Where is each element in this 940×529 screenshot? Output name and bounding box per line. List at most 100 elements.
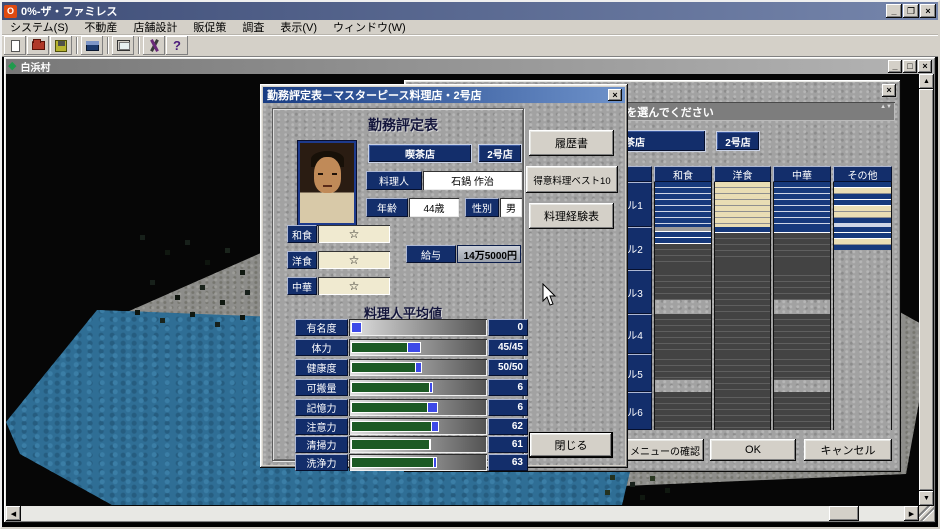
menu-cell[interactable] xyxy=(833,392,892,430)
save-icon xyxy=(55,40,67,52)
menu-window[interactable]: ウィンドウ(W) xyxy=(325,19,414,35)
menu-cell[interactable] xyxy=(654,270,712,314)
stat-value-attention: 62 xyxy=(488,418,528,435)
map-maximize-button[interactable]: □ xyxy=(903,60,917,73)
menu-hyouji[interactable]: 表示(V) xyxy=(272,19,325,35)
resize-grip[interactable] xyxy=(919,506,934,521)
menu-cell[interactable] xyxy=(833,314,892,354)
experience-button[interactable]: 料理経験表 xyxy=(529,203,614,229)
menu-cell[interactable] xyxy=(833,270,892,314)
evaluation-dialog: 勤務評定表－マスターピース料理店・2号店 × 勤務評定表 喫茶店 2号店 料理人… xyxy=(260,84,628,468)
close-dialog-button[interactable]: 閉じる xyxy=(530,433,612,457)
chuuka-label: 中華 xyxy=(287,277,317,295)
gender-label: 性別 xyxy=(465,198,499,217)
shop-tab-kissaten[interactable]: 喫茶店 xyxy=(368,144,472,163)
menu-cell[interactable] xyxy=(714,227,771,270)
vertical-scroll-thumb[interactable] xyxy=(919,89,934,491)
menu-tenpo-sekkei[interactable]: 店舗設計 xyxy=(125,19,185,35)
toolbar: ? xyxy=(2,35,938,57)
youshoku-label: 洋食 xyxy=(287,251,317,269)
stat-bar-washing xyxy=(349,454,487,471)
display-button[interactable] xyxy=(112,36,134,55)
evaluation-title: 勤務評定表－マスターピース料理店・2号店 xyxy=(267,87,482,103)
new-document-icon xyxy=(11,40,20,52)
scroll-down-button[interactable]: ▼ xyxy=(919,491,934,506)
vertical-scrollbar[interactable]: ▲ ▼ xyxy=(919,74,934,506)
stat-bar-health xyxy=(349,359,487,376)
menu-cell[interactable] xyxy=(833,227,892,270)
resume-button[interactable]: 履歴書 xyxy=(529,130,614,156)
menu-cell[interactable] xyxy=(714,392,771,430)
stat-bar-memory xyxy=(349,399,487,416)
map-close-button[interactable]: × xyxy=(918,60,932,73)
stat-bar-carry xyxy=(349,379,487,396)
menu-cell[interactable] xyxy=(714,354,771,392)
minimize-button[interactable]: _ xyxy=(886,4,902,18)
store-button[interactable] xyxy=(81,36,103,55)
close-button[interactable]: × xyxy=(920,4,936,18)
menu-cell[interactable] xyxy=(714,314,771,354)
menu-cell[interactable] xyxy=(773,227,831,270)
cook-portrait xyxy=(298,141,356,225)
menu-cell[interactable] xyxy=(654,354,712,392)
main-titlebar: O 0%-ザ・ファミレス _ ❐ × xyxy=(2,2,938,20)
horizontal-scroll-thumb[interactable] xyxy=(829,506,859,521)
stat-label-memory: 記憶力 xyxy=(295,399,348,416)
menu-cell[interactable] xyxy=(654,314,712,354)
select-close-button[interactable]: × xyxy=(882,84,896,97)
toolbar-separator xyxy=(138,37,140,54)
map-titlebar: ◆ 白浜村 _ □ × xyxy=(6,59,934,74)
ok-button[interactable]: OK xyxy=(710,439,796,461)
col-header-chuuka: 中華 xyxy=(773,166,831,182)
menu-hansokusaku[interactable]: 販促策 xyxy=(185,19,234,35)
menu-cell[interactable] xyxy=(773,314,831,354)
menu-cell[interactable] xyxy=(654,182,712,227)
save-button[interactable] xyxy=(50,36,72,55)
stat-value-memory: 6 xyxy=(488,399,528,416)
menu-cell[interactable] xyxy=(714,270,771,314)
menu-cell[interactable] xyxy=(654,227,712,270)
stat-value-fame: 0 xyxy=(488,319,528,336)
open-button[interactable] xyxy=(27,36,49,55)
scroll-left-button[interactable]: ◀ xyxy=(6,506,21,521)
menu-cell[interactable] xyxy=(833,354,892,392)
store-icon xyxy=(86,41,99,51)
menu-fudosan[interactable]: 不動産 xyxy=(76,19,125,35)
toolbar-separator xyxy=(107,37,109,54)
tools-button[interactable] xyxy=(143,36,165,55)
youshoku-stars: ☆ xyxy=(318,251,390,269)
stat-value-health: 50/50 xyxy=(488,359,528,376)
menu-cell[interactable] xyxy=(773,182,831,227)
stat-value-washing: 63 xyxy=(488,454,528,471)
cancel-button[interactable]: キャンセル xyxy=(804,439,892,461)
menu-cell[interactable] xyxy=(773,392,831,430)
portrait-face xyxy=(314,157,341,193)
menu-cell[interactable] xyxy=(654,392,712,430)
mouse-cursor xyxy=(542,283,558,307)
horizontal-scrollbar[interactable]: ◀ ▶ xyxy=(6,506,919,521)
menu-chousa[interactable]: 調査 xyxy=(234,19,272,35)
menu-system[interactable]: システム(S) xyxy=(2,19,76,35)
col-header-youshoku: 洋食 xyxy=(714,166,771,182)
stat-label-health: 健康度 xyxy=(295,359,348,376)
evaluation-close-button[interactable]: × xyxy=(608,89,622,101)
help-button[interactable]: ? xyxy=(166,36,188,55)
menu-check-button[interactable]: メニューの確認 xyxy=(626,439,704,461)
scroll-up-button[interactable]: ▲ xyxy=(919,74,934,89)
shop-tab-2gouten[interactable]: 2号店 xyxy=(478,144,522,163)
new-document-button[interactable] xyxy=(4,36,26,55)
gender-field: 男 xyxy=(500,198,522,217)
col-header-washoku: 和食 xyxy=(654,166,712,182)
menu-cell[interactable] xyxy=(773,354,831,392)
spinner-icon[interactable]: ▲▼ xyxy=(880,104,892,111)
menu-cell[interactable] xyxy=(773,270,831,314)
scroll-right-button[interactable]: ▶ xyxy=(904,506,919,521)
best10-button[interactable]: 得意料理ベスト10 xyxy=(526,166,618,193)
menu-cell[interactable] xyxy=(833,182,892,227)
tab-2gouten[interactable]: 2号店 xyxy=(716,131,760,151)
stat-label-attention: 注意力 xyxy=(295,418,348,435)
menu-cell[interactable] xyxy=(714,182,771,227)
restore-button[interactable]: ❐ xyxy=(903,4,919,18)
map-window-title: 白浜村 xyxy=(20,59,50,74)
map-minimize-button[interactable]: _ xyxy=(888,60,902,73)
